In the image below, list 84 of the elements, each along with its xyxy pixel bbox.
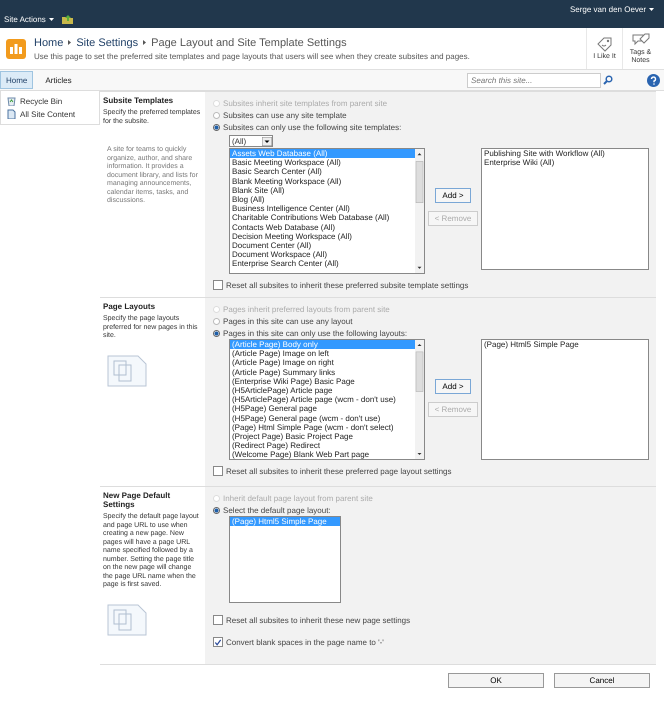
list-item[interactable]: Charitable Contributions Web Database (All) xyxy=(230,213,415,223)
add-button[interactable]: Add > xyxy=(435,379,471,394)
checkbox-option[interactable]: Reset all subsites to inherit these preferred subsite template settings xyxy=(213,280,652,290)
list-item[interactable]: (H5Page) General page xyxy=(230,404,415,414)
section-title: Page Layouts xyxy=(103,302,156,311)
list-box[interactable]: (Page) Html5 Simple Page xyxy=(481,339,649,460)
breadcrumb-separator-icon xyxy=(68,40,72,45)
page-layout-icon xyxy=(107,604,147,636)
list-item[interactable]: (Article Page) Image on left xyxy=(230,349,415,358)
list-item[interactable]: (Page) Html Simple Page (wcm - don't select) xyxy=(230,422,415,432)
list-item[interactable]: Blog (All) xyxy=(230,195,415,204)
list-box[interactable] xyxy=(229,148,425,274)
page-layout-icon xyxy=(107,354,147,386)
site-logo-icon xyxy=(6,38,26,58)
caret-icon xyxy=(48,18,54,21)
list-item[interactable]: Enterprise Search Center (All) xyxy=(230,259,415,269)
list-item[interactable]: Publishing Site with Workflow (All) xyxy=(482,149,648,158)
section-title: Subsite Templates xyxy=(103,96,174,105)
list-item[interactable]: Basic Meeting Workspace (All) xyxy=(230,158,415,168)
list-item[interactable]: Business Intelligence Center (All) xyxy=(230,204,415,214)
list-item[interactable]: Document Workspace (All) xyxy=(230,250,415,260)
list-box[interactable] xyxy=(229,339,425,460)
list-item[interactable]: Blank Meeting Workspace (All) xyxy=(230,176,415,186)
nav-tab[interactable]: Articles xyxy=(35,71,82,89)
search-field[interactable]: Search this site... xyxy=(467,72,601,88)
cancel-button[interactable]: Cancel xyxy=(554,673,650,688)
filter-dropdown[interactable]: (All) xyxy=(229,135,273,147)
breadcrumb-link[interactable]: Home xyxy=(34,36,64,48)
list-item[interactable]: Enterprise Wiki (All) xyxy=(482,158,648,168)
sidebar-item[interactable]: All Site Content xyxy=(7,109,93,119)
page-description: Use this page to set the preferred site templates and page layouts that users will see when they create subsites and pages. xyxy=(34,52,471,60)
section-title: New Page Default Settings xyxy=(103,491,172,509)
radio-label[interactable]: Subsites can use any site template xyxy=(223,110,347,120)
checkbox[interactable] xyxy=(213,637,223,647)
caret-icon xyxy=(649,8,654,10)
radio-button[interactable] xyxy=(213,330,220,336)
list-item[interactable]: (Article Page) Summary links xyxy=(230,368,415,377)
radio-label[interactable]: Select the default page layout: xyxy=(223,506,331,514)
radio-label[interactable]: Subsites can only use the following site templates: xyxy=(223,122,402,132)
checkbox[interactable] xyxy=(213,280,223,290)
list-item[interactable]: Basic Search Center (All) xyxy=(230,167,415,177)
user-menu[interactable]: Serge van den Oever xyxy=(570,4,654,14)
radio-button[interactable] xyxy=(213,318,220,324)
radio-label[interactable]: Pages in this site can use any layout xyxy=(223,316,352,326)
document-icon xyxy=(7,109,16,119)
radio-button[interactable] xyxy=(213,506,220,514)
list-item[interactable]: (H5Page) General page (wcm - don't use) xyxy=(230,414,415,423)
dropdown-arrow-icon xyxy=(262,136,272,146)
list-item[interactable]: (H5ArticlePage) Article page (wcm - don't use) xyxy=(230,395,415,404)
checkbox-option[interactable]: Reset all subsites to inherit these preferred page layout settings xyxy=(213,466,652,476)
list-item[interactable]: (Page) Html5 Simple Page xyxy=(482,340,648,350)
breadcrumb-link[interactable]: Site Settings xyxy=(76,36,138,48)
site-actions-menu[interactable]: Site Actions xyxy=(4,15,54,24)
checkbox[interactable] xyxy=(213,615,223,625)
radio-button[interactable] xyxy=(213,112,220,118)
sidebar-item[interactable]: Recycle Bin xyxy=(7,96,93,106)
breadcrumb-separator-icon xyxy=(143,40,146,45)
list-item[interactable]: Document Center (All) xyxy=(230,241,415,250)
help-icon[interactable] xyxy=(647,74,660,86)
list-item[interactable]: (Redirect Page) Redirect xyxy=(230,441,415,450)
list-item[interactable]: Contacts Web Database (All) xyxy=(230,222,415,232)
scrollbar[interactable] xyxy=(415,340,424,459)
checkbox[interactable] xyxy=(213,466,223,476)
nav-tab[interactable]: Home xyxy=(0,71,34,89)
list-item[interactable]: (Welcome Page) Blank Web Part page xyxy=(230,450,415,459)
recycle-bin-icon xyxy=(7,96,16,106)
radio-label[interactable]: Pages in this site can only use the following layouts: xyxy=(223,328,408,338)
list-item[interactable]: Blank Site (All) xyxy=(230,186,415,196)
list-item[interactable]: (Enterprise Wiki Page) Basic Page xyxy=(230,376,415,386)
ok-button[interactable]: OK xyxy=(448,673,544,688)
tag-icon xyxy=(596,36,614,52)
radio-button[interactable] xyxy=(213,124,220,130)
list-item[interactable]: (Project Page) Basic Project Page xyxy=(230,432,415,442)
folder-icon[interactable] xyxy=(62,14,73,24)
checkbox-option[interactable]: Reset all subsites to inherit these new page settings xyxy=(213,615,652,625)
list-box[interactable]: Publishing Site with Workflow (All) Enterprise Wiki (All) xyxy=(481,148,649,270)
add-button[interactable]: Add > xyxy=(435,188,471,203)
list-item[interactable]: Decision Meeting Workspace (All) xyxy=(230,232,415,242)
page-title: Page Layout and Site Template Settings xyxy=(151,36,347,48)
list-item[interactable]: (Article Page) Image on right xyxy=(230,358,415,368)
list-item[interactable]: (H5ArticlePage) Article page xyxy=(230,386,415,396)
checkbox-option[interactable]: Convert blank spaces in the page name to '-' xyxy=(213,637,652,647)
scrollbar[interactable] xyxy=(415,149,424,273)
search-icon[interactable] xyxy=(603,75,613,85)
